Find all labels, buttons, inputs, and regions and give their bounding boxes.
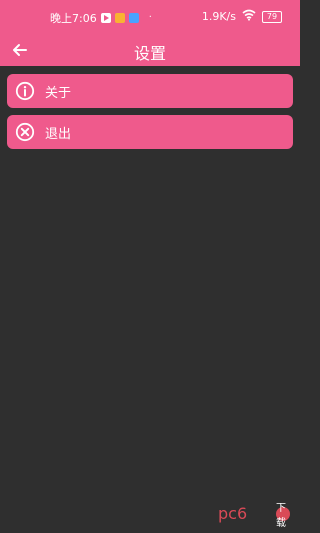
settings-list: 关于 退出 — [7, 74, 293, 156]
browser-app-icon — [128, 13, 139, 23]
settings-item-about-label: 关于 — [45, 85, 72, 101]
settings-screen: 晚上7:06 · 1.9K/s 79 设置 关于 退出 pc6 下载 — [0, 0, 300, 533]
settings-item-about[interactable]: 关于 — [7, 74, 293, 108]
photos-app-icon — [114, 13, 125, 23]
pc6-logo-icon: pc6 — [218, 504, 247, 523]
battery-level: 79 — [266, 11, 278, 21]
app-bar: 设置 — [0, 34, 300, 66]
wifi-icon — [241, 9, 257, 24]
settings-item-logout[interactable]: 退出 — [7, 115, 293, 149]
page-title: 设置 — [133, 44, 166, 63]
watermark-badge: 下载 — [276, 503, 290, 529]
status-time: 晚上7:06 — [50, 12, 97, 25]
close-circle-icon — [15, 122, 35, 142]
video-app-glyph — [103, 15, 109, 21]
video-app-icon — [100, 13, 111, 23]
status-dot: · — [148, 12, 152, 23]
status-left: 晚上7:06 · — [50, 10, 152, 26]
wifi-glyph — [242, 9, 256, 21]
watermark: pc6 下载 — [218, 503, 290, 529]
info-icon — [15, 81, 35, 101]
close-circle-glyph — [15, 122, 35, 142]
watermark-logo: pc6 — [218, 504, 272, 523]
battery-icon: 79 — [262, 10, 282, 23]
info-glyph — [15, 81, 35, 101]
status-bar: 晚上7:06 · 1.9K/s 79 — [0, 0, 300, 34]
watermark-text: pc6 — [218, 505, 247, 523]
status-right: 1.9K/s 79 — [202, 9, 282, 24]
network-speed: 1.9K/s — [201, 10, 236, 23]
settings-item-logout-label: 退出 — [45, 126, 72, 142]
